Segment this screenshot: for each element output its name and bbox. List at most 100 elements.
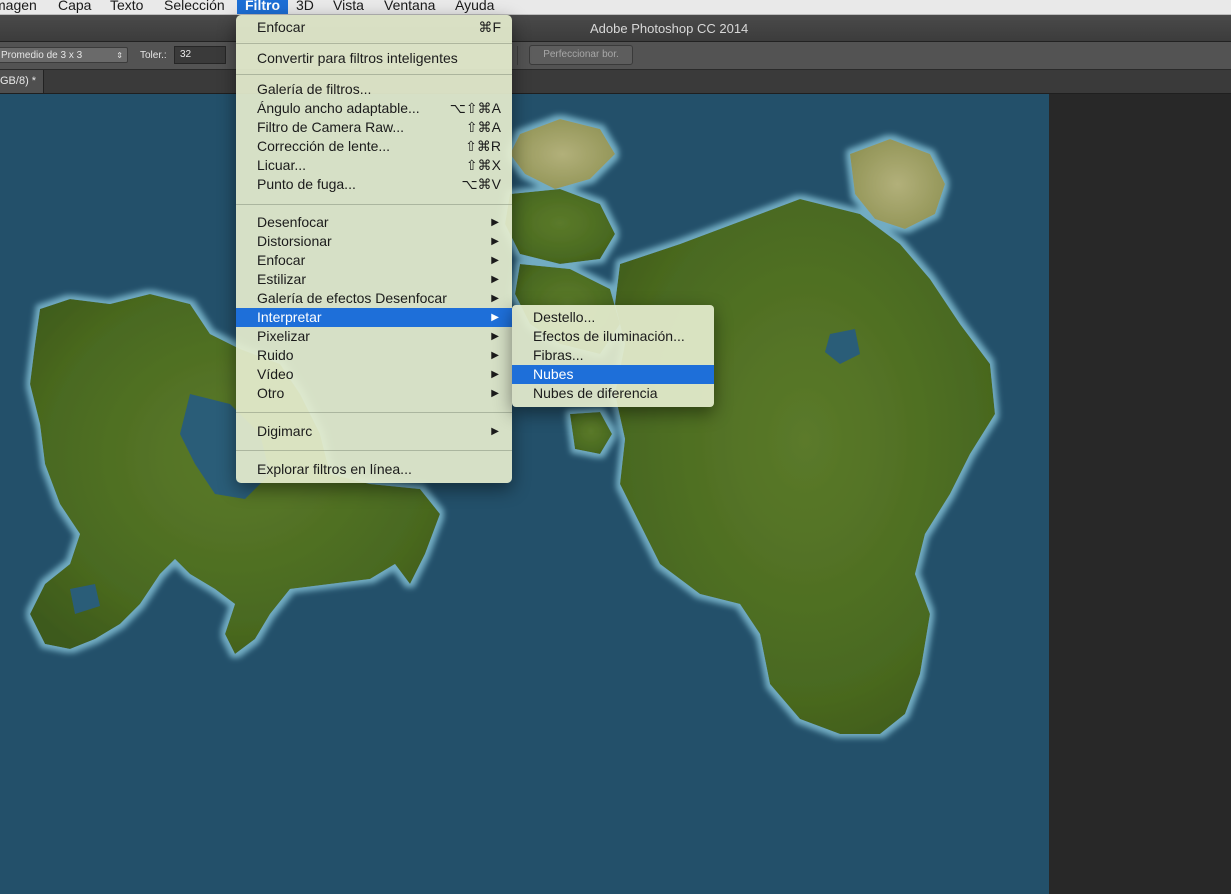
menu-item-label: Nubes de diferencia — [533, 385, 658, 401]
menu-item-label: Galería de filtros... — [257, 81, 372, 97]
menu-filtro[interactable]: Filtro — [237, 0, 288, 14]
menu-divider — [236, 204, 512, 205]
menu-item-galeria-desenfocar[interactable]: Galería de efectos Desenfocar ▶ — [236, 289, 512, 308]
render-submenu: Destello... Efectos de iluminación... Fi… — [512, 305, 714, 407]
menu-item-camera-raw[interactable]: Filtro de Camera Raw... ⇧⌘A — [236, 118, 512, 137]
menu-item-label: Punto de fuga... — [257, 176, 356, 192]
fantasy-map-artwork — [30, 119, 995, 734]
document-tab[interactable]: GB/8) * — [0, 70, 44, 93]
sample-size-value: Promedio de 3 x 3 — [1, 50, 83, 61]
submenu-item-efectos-iluminacion[interactable]: Efectos de iluminación... — [512, 327, 714, 346]
app-title-bar: Adobe Photoshop CC 2014 — [0, 15, 1231, 42]
menu-item-label: Pixelizar — [257, 328, 310, 344]
menu-divider — [236, 74, 512, 75]
menu-item-label: Enfocar — [257, 19, 306, 35]
menu-item-label: Corrección de lente... — [257, 138, 391, 154]
submenu-arrow-icon: ▶ — [491, 255, 499, 266]
menu-item-label: Enfocar — [257, 252, 306, 268]
menu-item-punto-fuga[interactable]: Punto de fuga... ⌥⌘V — [236, 175, 512, 194]
submenu-arrow-icon: ▶ — [491, 293, 499, 304]
menu-item-explorar-filtros[interactable]: Explorar filtros en línea... — [236, 460, 512, 479]
menu-item-label: Destello... — [533, 309, 596, 325]
submenu-arrow-icon: ▶ — [491, 217, 499, 228]
submenu-arrow-icon: ▶ — [491, 426, 499, 437]
menu-item-label: Ruido — [257, 347, 294, 363]
shortcut-label: ⌥⇧⌘A — [449, 100, 501, 116]
menu-divider — [236, 43, 512, 44]
options-bar: Promedio de 3 x 3 ⇕ Toler.: 32 Perfeccio… — [0, 42, 1231, 70]
menu-item-label: Fibras... — [533, 347, 584, 363]
document-canvas[interactable] — [0, 94, 1049, 894]
menu-ayuda[interactable]: Ayuda — [455, 0, 494, 14]
menu-bar: magen Capa Texto Selección Filtro 3D Vis… — [0, 0, 1231, 15]
updown-arrows-icon: ⇕ — [116, 51, 123, 60]
menu-item-label: Efectos de iluminación... — [533, 328, 685, 344]
menu-item-estilizar[interactable]: Estilizar ▶ — [236, 270, 512, 289]
shortcut-label: ⇧⌘R — [465, 138, 501, 154]
menu-item-otro[interactable]: Otro ▶ — [236, 384, 512, 403]
menu-item-label: Ángulo ancho adaptable... — [257, 100, 420, 116]
east-continent — [615, 199, 995, 734]
menu-item-label: Desenfocar — [257, 214, 329, 230]
tolerance-input[interactable]: 32 — [174, 46, 226, 64]
submenu-item-nubes[interactable]: Nubes — [512, 365, 714, 384]
menu-item-angulo-ancho[interactable]: Ángulo ancho adaptable... ⌥⇧⌘A — [236, 99, 512, 118]
menu-capa[interactable]: Capa — [58, 0, 91, 14]
shortcut-label: ⌥⌘V — [461, 176, 501, 192]
menu-item-label: Nubes — [533, 366, 574, 382]
tolerance-label: Toler.: — [140, 50, 167, 61]
options-divider — [517, 46, 518, 65]
menu-item-label: Vídeo — [257, 366, 294, 382]
northeast-island — [850, 139, 945, 229]
menu-ventana[interactable]: Ventana — [384, 0, 435, 14]
submenu-arrow-icon: ▶ — [491, 388, 499, 399]
submenu-arrow-icon: ▶ — [491, 274, 499, 285]
menu-item-label: Explorar filtros en línea... — [257, 461, 412, 477]
menu-item-video[interactable]: Vídeo ▶ — [236, 365, 512, 384]
submenu-arrow-icon: ▶ — [491, 369, 499, 380]
menu-texto[interactable]: Texto — [110, 0, 143, 14]
menu-item-pixelizar[interactable]: Pixelizar ▶ — [236, 327, 512, 346]
menu-item-label: Otro — [257, 385, 285, 401]
app-title: Adobe Photoshop CC 2014 — [590, 21, 749, 36]
menu-item-correccion-lente[interactable]: Corrección de lente... ⇧⌘R — [236, 137, 512, 156]
submenu-arrow-icon: ▶ — [491, 331, 499, 342]
menu-imagen[interactable]: magen — [0, 0, 37, 14]
menu-item-enfocar[interactable]: Enfocar ▶ — [236, 251, 512, 270]
submenu-item-nubes-diferencia[interactable]: Nubes de diferencia — [512, 384, 714, 403]
north-central-land — [505, 189, 615, 264]
refine-edge-button[interactable]: Perfeccionar bor. — [529, 45, 633, 65]
menu-item-enfocar-last[interactable]: Enfocar ⌘F — [236, 18, 512, 37]
menu-item-ruido[interactable]: Ruido ▶ — [236, 346, 512, 365]
menu-item-distorsionar[interactable]: Distorsionar ▶ — [236, 232, 512, 251]
menu-divider — [236, 412, 512, 413]
menu-item-digimarc[interactable]: Digimarc ▶ — [236, 422, 512, 441]
shortcut-label: ⇧⌘A — [465, 119, 501, 135]
menu-item-interpretar[interactable]: Interpretar ▶ — [236, 308, 512, 327]
sample-size-select[interactable]: Promedio de 3 x 3 ⇕ — [0, 47, 128, 63]
shortcut-label: ⌘F — [478, 19, 501, 35]
menu-3d[interactable]: 3D — [296, 0, 314, 14]
submenu-arrow-icon: ▶ — [491, 350, 499, 361]
submenu-arrow-icon: ▶ — [491, 236, 499, 247]
submenu-arrow-icon: ▶ — [491, 312, 499, 323]
menu-item-label: Digimarc — [257, 423, 313, 439]
menu-seleccion[interactable]: Selección — [164, 0, 225, 14]
menu-item-label: Estilizar — [257, 271, 307, 287]
submenu-item-destello[interactable]: Destello... — [512, 308, 714, 327]
filter-menu: Enfocar ⌘F Convertir para filtros inteli… — [236, 15, 512, 483]
submenu-item-fibras[interactable]: Fibras... — [512, 346, 714, 365]
pasteboard — [1049, 94, 1231, 894]
menu-item-galeria-filtros[interactable]: Galería de filtros... — [236, 80, 512, 99]
menu-item-desenfocar[interactable]: Desenfocar ▶ — [236, 213, 512, 232]
menu-item-licuar[interactable]: Licuar... ⇧⌘X — [236, 156, 512, 175]
menu-item-label: Convertir para filtros inteligentes — [257, 50, 458, 66]
menu-item-label: Galería de efectos Desenfocar — [257, 290, 447, 306]
menu-item-convertir-filtros-inteligentes[interactable]: Convertir para filtros inteligentes — [236, 49, 512, 68]
menu-divider — [236, 450, 512, 451]
menu-item-label: Licuar... — [257, 157, 307, 173]
menu-vista[interactable]: Vista — [333, 0, 364, 14]
document-tab-bar: GB/8) * — [0, 70, 1231, 94]
menu-item-label: Distorsionar — [257, 233, 332, 249]
menu-item-label: Filtro de Camera Raw... — [257, 119, 405, 135]
